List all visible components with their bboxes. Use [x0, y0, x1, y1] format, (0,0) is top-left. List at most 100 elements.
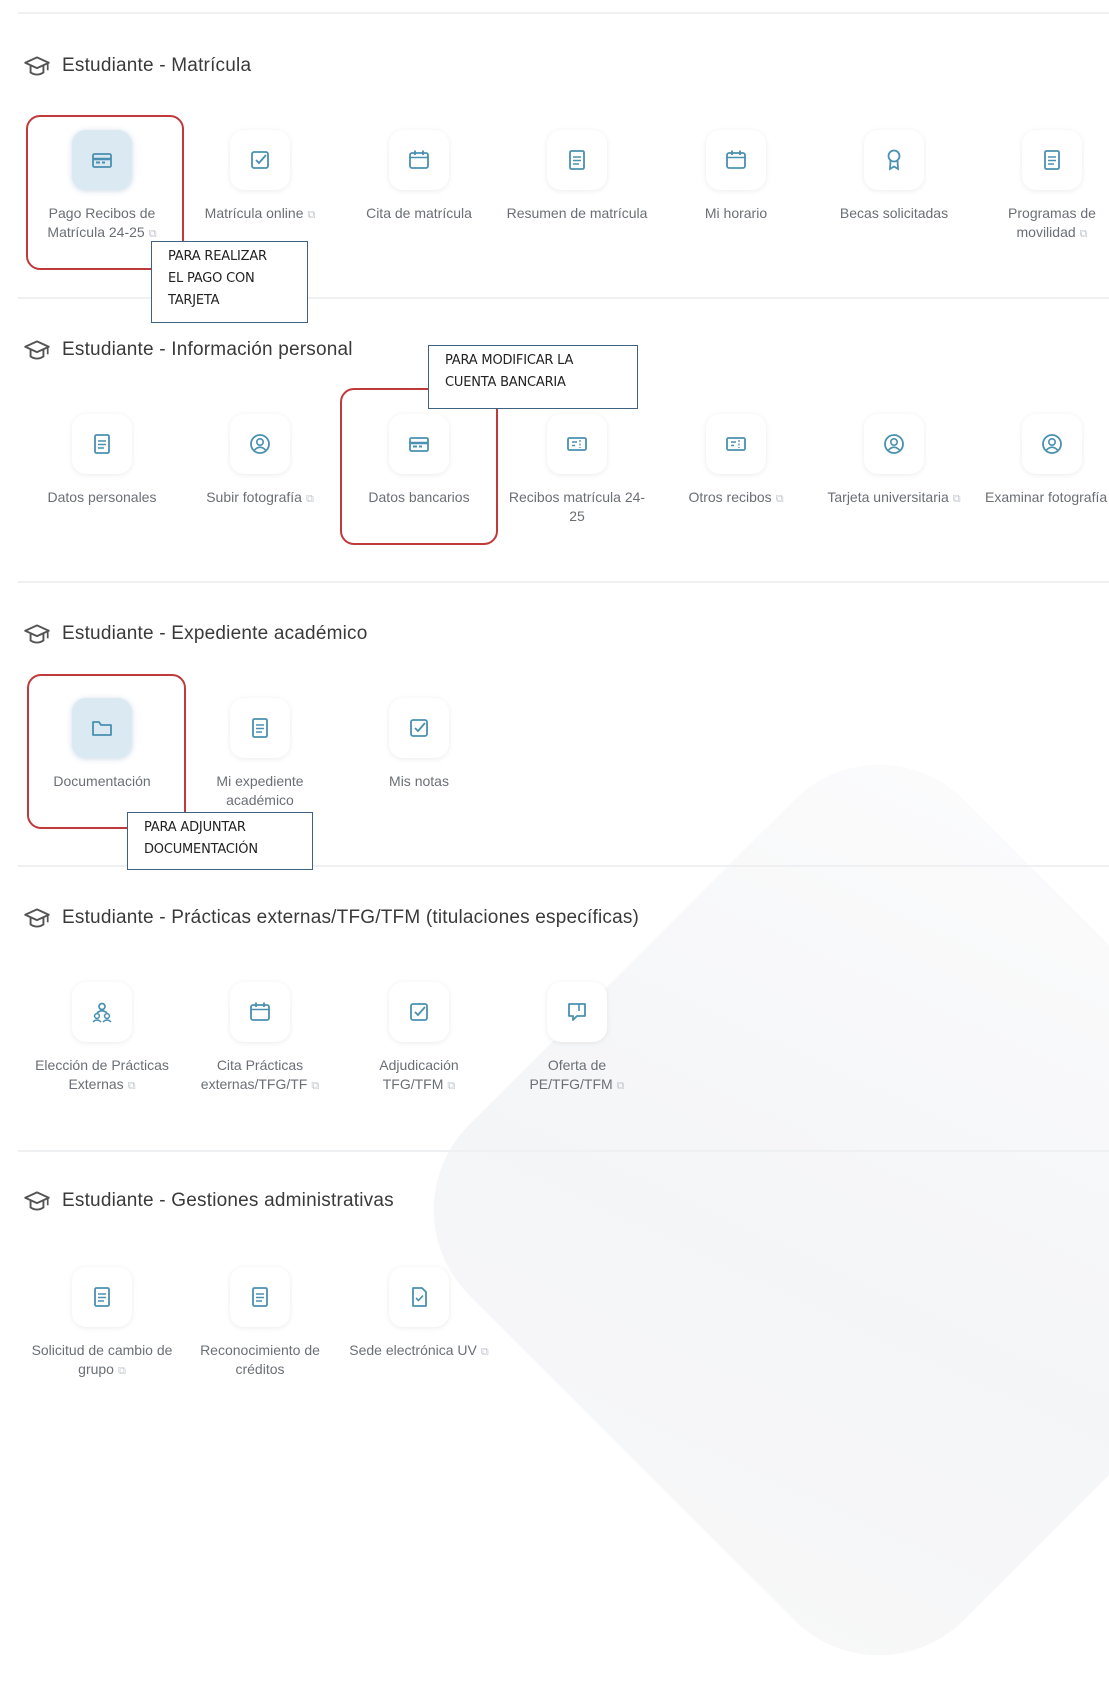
bookmark-icon: [568, 1003, 586, 1021]
file-icon: [412, 1287, 427, 1307]
annotation-line: PARA REALIZAR: [168, 249, 267, 264]
tile-icon-box: [230, 414, 290, 474]
external-link-icon: ⧉: [307, 209, 316, 221]
tile-icon-box: [230, 130, 290, 190]
checkbox-icon: [251, 151, 269, 169]
annotation-line: EL PAGO CON: [168, 271, 255, 286]
app-tile[interactable]: Elección de Prácticas Externas ⧉: [24, 982, 180, 1096]
checkbox-icon: [410, 1003, 428, 1021]
external-link-icon: ⧉: [952, 493, 961, 505]
tile-label: Solicitud de cambio de grupo ⧉: [27, 1341, 177, 1381]
tile-label: Mi expediente académico: [185, 772, 335, 810]
app-tile[interactable]: Mi horario: [658, 130, 814, 223]
tile-label-text: Recibos matrícula 24-25: [508, 489, 646, 524]
tile-label: Becas solicitadas: [819, 204, 969, 223]
award-icon: [887, 149, 901, 171]
app-tile[interactable]: Sede electrónica UV ⧉: [341, 1267, 497, 1362]
document-icon: [94, 434, 110, 454]
tile-label: Recibos matrícula 24-25: [502, 488, 652, 526]
section-title: Estudiante - Gestiones administrativas: [22, 1189, 394, 1213]
app-tile[interactable]: Mi expediente académico: [182, 698, 338, 810]
tile-icon-box: [864, 414, 924, 474]
tile-label-text: Tarjeta universitaria: [827, 489, 949, 505]
app-tile[interactable]: Oferta de PE/TFG/TFM ⧉: [499, 982, 655, 1096]
tile-label: Oferta de PE/TFG/TFM ⧉: [502, 1056, 652, 1096]
app-tile[interactable]: Resumen de matrícula: [499, 130, 655, 223]
graduation-cap-icon: [24, 1191, 50, 1211]
app-tile[interactable]: Cita Prácticas externas/TFG/TF ⧉: [182, 982, 338, 1096]
tile-label: Tarjeta universitaria ⧉: [819, 488, 969, 509]
ticket-icon: [567, 437, 587, 451]
app-tile[interactable]: Solicitud de cambio de grupo ⧉: [24, 1267, 180, 1381]
annotation-line: PARA ADJUNTAR: [144, 820, 246, 835]
app-tile[interactable]: Subir fotografía ⧉: [182, 414, 338, 509]
section-title-text: Estudiante - Gestiones administrativas: [62, 1190, 394, 1211]
tile-icon-box: [230, 1267, 290, 1327]
app-tile[interactable]: Adjudicación TFG/TFM ⧉: [341, 982, 497, 1096]
tile-icon-box: [864, 130, 924, 190]
section-title: Estudiante - Prácticas externas/TFG/TFM …: [22, 906, 639, 930]
tile-icon-box: [72, 1267, 132, 1327]
app-tile[interactable]: Matrícula online ⧉: [182, 130, 338, 225]
annotation-note-bank: PARA MODIFICAR LA CUENTA BANCARIA: [428, 345, 638, 409]
tile-label: Reconocimiento de créditos: [185, 1341, 335, 1379]
tile-label-text: Elección de Prácticas Externas: [35, 1057, 169, 1092]
tile-icon-box: [706, 414, 766, 474]
section-title-text: Estudiante - Expediente académico: [62, 623, 368, 644]
app-tile[interactable]: Reconocimiento de créditos: [182, 1267, 338, 1379]
tile-label-text: Datos personales: [47, 489, 157, 505]
tile-label-text: Mis notas: [389, 773, 449, 789]
section-title: Estudiante - Información personal: [22, 338, 353, 362]
annotation-line: TARJETA: [168, 293, 220, 308]
tile-label: Cita de matrícula: [344, 204, 494, 223]
user-circle-icon: [1042, 434, 1062, 454]
background-decoration: [384, 715, 1109, 1705]
app-tile[interactable]: Becas solicitadas: [816, 130, 972, 223]
document-icon: [252, 718, 268, 738]
tile-label: Datos personales: [27, 488, 177, 507]
tile-label: Matrícula online ⧉: [185, 204, 335, 225]
section-title: Estudiante - Expediente académico: [22, 622, 368, 646]
tile-label-text: Subir fotografía: [206, 489, 302, 505]
app-tile[interactable]: Otros recibos ⧉: [658, 414, 814, 509]
users-icon: [92, 1002, 112, 1023]
tile-label-text: Solicitud de cambio de grupo: [31, 1342, 173, 1377]
calendar-icon: [409, 150, 429, 169]
app-tile[interactable]: Examinar fotografía⧉: [974, 414, 1109, 509]
tile-label: Adjudicación TFG/TFM ⧉: [344, 1056, 494, 1096]
tile-label: Cita Prácticas externas/TFG/TF ⧉: [185, 1056, 335, 1096]
section-divider: [18, 12, 1109, 14]
tile-label-text: Matrícula online: [204, 205, 304, 221]
tile-label-text: Mi horario: [704, 205, 768, 221]
tile-label: Examinar fotografía⧉: [977, 488, 1109, 509]
app-tile[interactable]: Mis notas: [341, 698, 497, 791]
app-tile[interactable]: Tarjeta universitaria ⧉: [816, 414, 972, 509]
tile-label-text: Otros recibos: [688, 489, 772, 505]
annotation-line: PARA MODIFICAR LA: [445, 353, 574, 368]
section-divider: [18, 581, 1109, 583]
tile-label: Mi horario: [661, 204, 811, 223]
app-tile[interactable]: Cita de matrícula: [341, 130, 497, 223]
tile-label-text: Mi expediente académico: [216, 773, 304, 808]
tile-label-text: Oferta de PE/TFG/TFM: [529, 1057, 613, 1092]
document-icon: [1044, 150, 1060, 170]
document-icon: [94, 1287, 110, 1307]
section-title-text: Estudiante - Prácticas externas/TFG/TFM …: [62, 907, 640, 928]
graduation-cap-icon: [24, 56, 50, 76]
tile-label: Mis notas: [344, 772, 494, 791]
tile-icon-box: [389, 698, 449, 758]
graduation-cap-icon: [24, 908, 50, 928]
tile-icon-box: [389, 982, 449, 1042]
annotation-line: DOCUMENTACIÓN: [144, 842, 258, 857]
app-tile[interactable]: Programas de movilidad ⧉: [974, 130, 1109, 244]
app-tile[interactable]: Recibos matrícula 24-25: [499, 414, 655, 526]
user-circle-icon: [250, 434, 270, 454]
external-link-icon: ⧉: [447, 1080, 456, 1092]
tile-icon-box: [706, 130, 766, 190]
tile-icon-box: [547, 982, 607, 1042]
tile-icon-box: [230, 698, 290, 758]
external-link-icon: ⧉: [127, 1080, 136, 1092]
app-tile[interactable]: Datos personales: [24, 414, 180, 507]
document-icon: [569, 150, 585, 170]
graduation-cap-icon: [24, 340, 50, 360]
